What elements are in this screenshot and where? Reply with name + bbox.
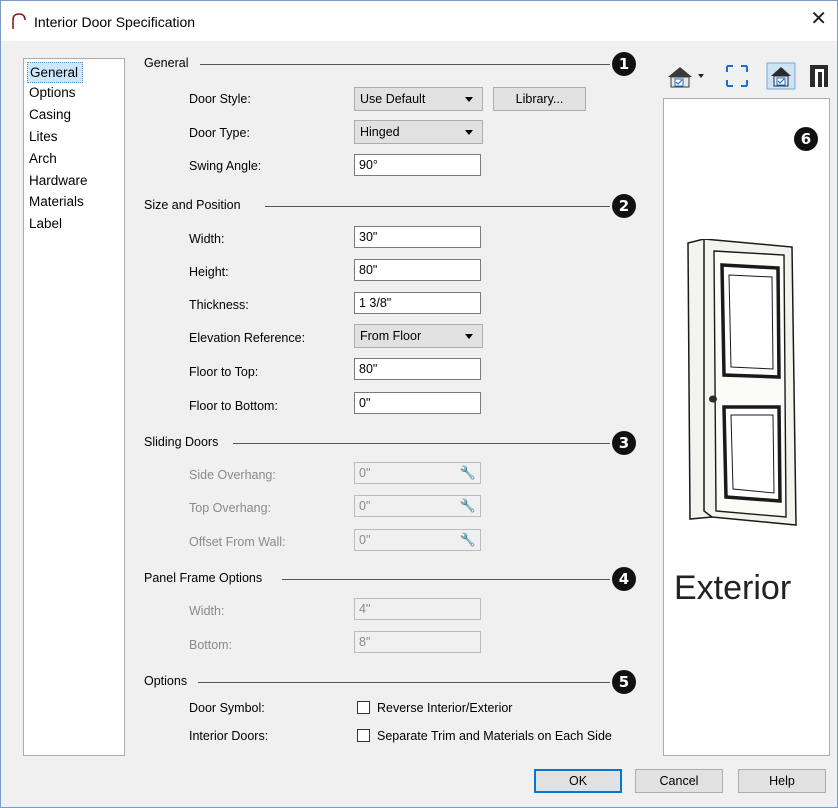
fill-window-icon[interactable] bbox=[723, 62, 751, 90]
door-type-value: Hinged bbox=[360, 125, 400, 139]
thickness-label: Thickness: bbox=[189, 298, 249, 312]
nav-item-materials[interactable]: Materials bbox=[27, 192, 86, 211]
close-icon[interactable]: ✕ bbox=[810, 9, 827, 29]
elevation-reference-value: From Floor bbox=[360, 329, 422, 343]
nav-item-general[interactable]: General bbox=[27, 62, 84, 83]
section-title-panel-frame: Panel Frame Options bbox=[144, 571, 263, 585]
top-overhang-input: 0" 🔧 bbox=[354, 495, 481, 517]
panel-bottom-input: 8" bbox=[354, 631, 481, 653]
floor-to-top-label: Floor to Top: bbox=[189, 365, 259, 379]
callout-badge-5: 5 bbox=[612, 670, 636, 694]
interior-doors-label: Interior Doors: bbox=[189, 729, 269, 743]
floor-to-bottom-input[interactable]: 0" bbox=[354, 392, 481, 414]
door-style-value: Use Default bbox=[360, 92, 426, 106]
thickness-input[interactable]: 1 3/8" bbox=[354, 292, 481, 314]
section-title-size: Size and Position bbox=[144, 198, 241, 212]
panel-width-label: Width: bbox=[189, 604, 225, 618]
elevation-reference-select[interactable]: From Floor bbox=[354, 324, 483, 348]
title-bar: Interior Door Specification ✕ bbox=[1, 1, 837, 41]
offset-from-wall-label: Offset From Wall: bbox=[189, 535, 286, 549]
ok-button[interactable]: OK bbox=[534, 769, 622, 793]
library-button[interactable]: Library... bbox=[493, 87, 586, 111]
nav-item-options[interactable]: Options bbox=[27, 83, 78, 102]
height-input[interactable]: 80" bbox=[354, 259, 481, 281]
door-symbol-label: Door Symbol: bbox=[189, 701, 265, 715]
width-input[interactable]: 30" bbox=[354, 226, 481, 248]
side-overhang-label: Side Overhang: bbox=[189, 468, 276, 482]
floor-to-bottom-label: Floor to Bottom: bbox=[189, 399, 278, 413]
dialog-window: Interior Door Specification ✕ General Op… bbox=[0, 0, 838, 808]
render-view-icon[interactable] bbox=[766, 62, 796, 90]
nav-item-arch[interactable]: Arch bbox=[27, 149, 59, 168]
callout-badge-2: 2 bbox=[612, 194, 636, 218]
elevation-reference-label: Elevation Reference: bbox=[189, 331, 306, 345]
nav-item-lites[interactable]: Lites bbox=[27, 127, 60, 146]
reverse-interior-exterior-checkbox[interactable] bbox=[357, 701, 370, 714]
separate-trim-checkbox[interactable] bbox=[357, 729, 370, 742]
door-style-select[interactable]: Use Default bbox=[354, 87, 483, 111]
window-title: Interior Door Specification bbox=[34, 14, 196, 30]
wrench-icon: 🔧 bbox=[459, 532, 476, 547]
top-overhang-label: Top Overhang: bbox=[189, 501, 271, 515]
callout-badge-4: 4 bbox=[612, 567, 636, 591]
swing-angle-label: Swing Angle: bbox=[189, 159, 262, 173]
nav-item-hardware[interactable]: Hardware bbox=[27, 171, 90, 190]
dropdown-arrow-icon bbox=[465, 97, 473, 102]
callout-badge-6: 6 bbox=[794, 127, 818, 151]
panel-bottom-label: Bottom: bbox=[189, 638, 233, 652]
camera-view-icon[interactable] bbox=[664, 62, 712, 90]
height-label: Height: bbox=[189, 265, 229, 279]
swing-angle-input[interactable]: 90° bbox=[354, 154, 481, 176]
offset-from-wall-input: 0" 🔧 bbox=[354, 529, 481, 551]
door-frame-icon[interactable] bbox=[807, 62, 833, 90]
nav-item-casing[interactable]: Casing bbox=[27, 105, 73, 124]
wrench-icon: 🔧 bbox=[459, 465, 476, 480]
wrench-icon: 🔧 bbox=[459, 498, 476, 513]
floor-to-top-input[interactable]: 80" bbox=[354, 358, 481, 380]
section-divider bbox=[282, 579, 610, 580]
side-overhang-value: 0" bbox=[359, 466, 371, 480]
section-divider bbox=[200, 64, 610, 65]
reverse-interior-exterior-label[interactable]: Reverse Interior/Exterior bbox=[377, 701, 512, 715]
callout-badge-3: 3 bbox=[612, 431, 636, 455]
section-divider bbox=[233, 443, 610, 444]
nav-item-label[interactable]: Label bbox=[27, 214, 64, 233]
help-button[interactable]: Help bbox=[738, 769, 826, 793]
dropdown-arrow-icon bbox=[465, 334, 473, 339]
section-divider bbox=[198, 682, 610, 683]
cancel-button[interactable]: Cancel bbox=[635, 769, 723, 793]
door-preview-image bbox=[687, 239, 797, 526]
section-title-sliding: Sliding Doors bbox=[144, 435, 219, 449]
width-label: Width: bbox=[189, 232, 225, 246]
top-overhang-value: 0" bbox=[359, 499, 371, 513]
callout-badge-1: 1 bbox=[612, 52, 636, 76]
side-overhang-input: 0" 🔧 bbox=[354, 462, 481, 484]
preview-pane: 6 Exterior bbox=[663, 98, 830, 756]
section-title-options: Options bbox=[144, 674, 188, 688]
door-type-select[interactable]: Hinged bbox=[354, 120, 483, 144]
separate-trim-label[interactable]: Separate Trim and Materials on Each Side bbox=[377, 729, 612, 743]
door-type-label: Door Type: bbox=[189, 126, 250, 140]
section-title-general: General bbox=[144, 56, 189, 70]
preview-label: Exterior bbox=[674, 569, 792, 607]
panel-width-input: 4" bbox=[354, 598, 481, 620]
category-list: General Options Casing Lites Arch Hardwa… bbox=[23, 58, 125, 756]
door-style-label: Door Style: bbox=[189, 92, 251, 106]
door-arch-icon bbox=[12, 13, 26, 29]
dropdown-arrow-icon bbox=[465, 130, 473, 135]
section-divider bbox=[265, 206, 610, 207]
offset-from-wall-value: 0" bbox=[359, 533, 371, 547]
